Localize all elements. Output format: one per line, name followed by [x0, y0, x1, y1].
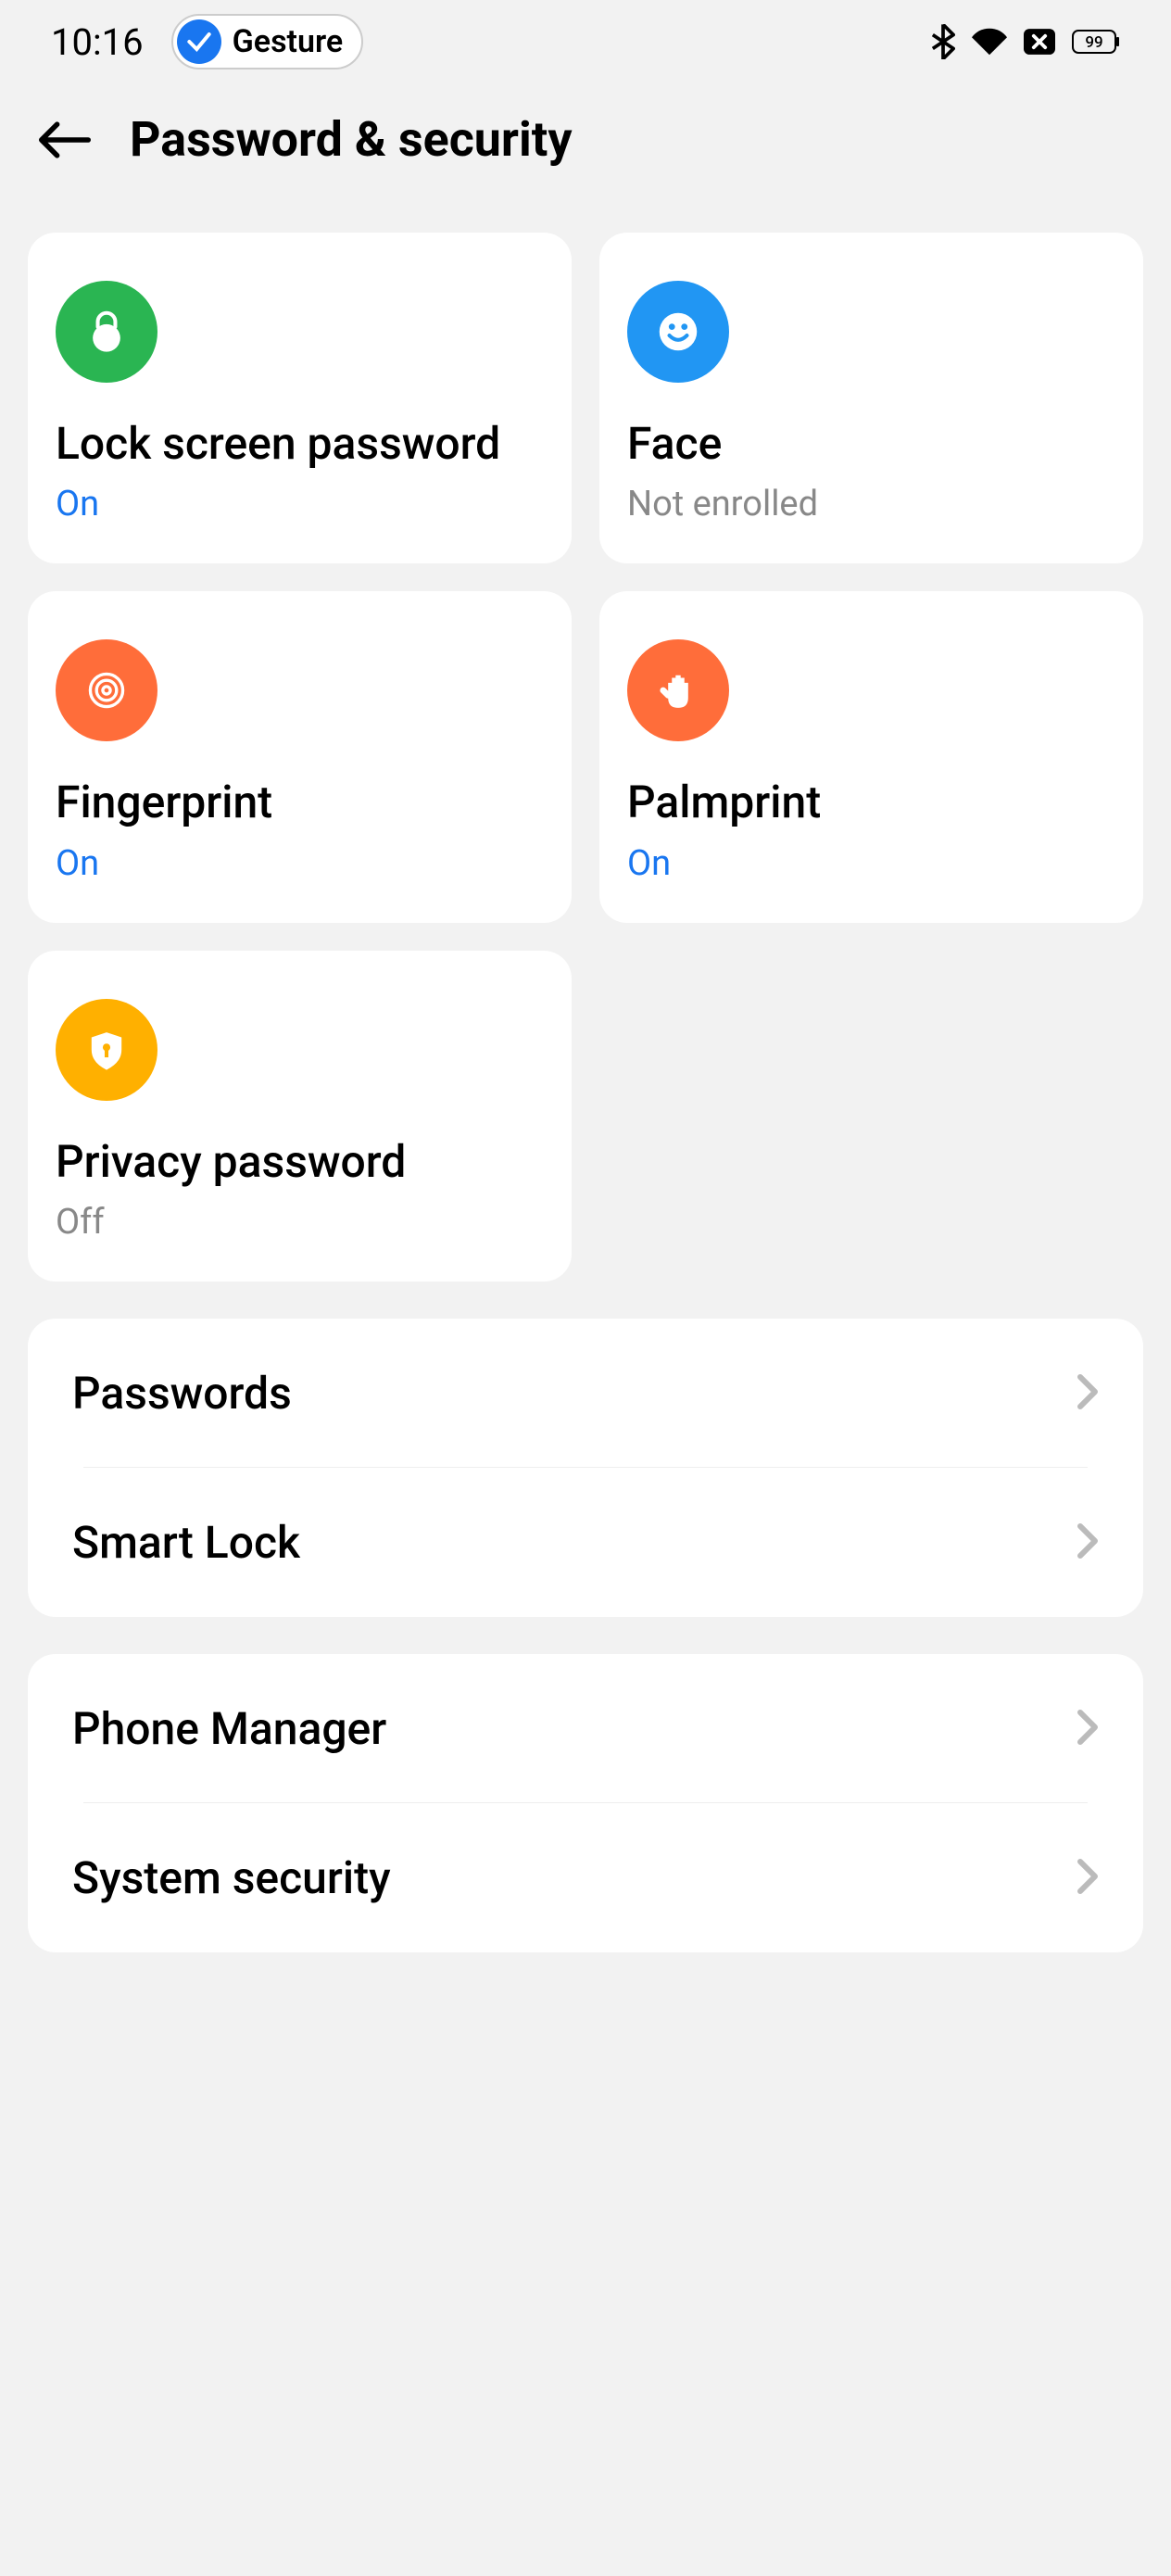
card-status: Off [56, 1202, 544, 1243]
card-status: On [56, 843, 544, 884]
wifi-icon [972, 28, 1007, 56]
fingerprint-card[interactable]: Fingerprint On [28, 591, 572, 922]
card-title: Face [627, 415, 1115, 473]
card-title: Lock screen password [56, 415, 544, 473]
face-card[interactable]: Face Not enrolled [599, 233, 1143, 563]
data-off-icon [1024, 28, 1055, 56]
gesture-label: Gesture [233, 23, 344, 60]
card-title: Privacy password [56, 1133, 544, 1191]
list-item-title: Passwords [72, 1367, 292, 1420]
lock-icon [56, 281, 157, 383]
face-icon [627, 281, 729, 383]
card-title: Fingerprint [56, 774, 544, 831]
system-security-item[interactable]: System security [28, 1803, 1143, 1952]
status-left: 10:16 Gesture [51, 14, 363, 69]
list-section-2: Phone Manager System security [28, 1654, 1143, 1952]
shield-icon [56, 999, 157, 1101]
status-bar: 10:16 Gesture [0, 0, 1171, 83]
card-status: On [56, 484, 544, 524]
list-section-1: Passwords Smart Lock [28, 1319, 1143, 1617]
lock-screen-password-card[interactable]: Lock screen password On [28, 233, 572, 563]
svg-text:99: 99 [1085, 33, 1102, 52]
chevron-right-icon [1077, 1373, 1099, 1414]
battery-icon: 99 [1072, 30, 1120, 54]
page-title: Password & security [130, 111, 573, 168]
security-cards-grid: Lock screen password On Face Not enrolle… [0, 196, 1171, 1282]
bluetooth-icon [931, 24, 955, 59]
list-item-title: Smart Lock [72, 1516, 300, 1569]
page-header: Password & security [0, 83, 1171, 196]
card-title: Palmprint [627, 774, 1115, 831]
status-right: 99 [931, 24, 1120, 59]
list-item-title: Phone Manager [72, 1702, 386, 1755]
fingerprint-icon [56, 639, 157, 741]
chevron-right-icon [1077, 1709, 1099, 1749]
phone-manager-item[interactable]: Phone Manager [28, 1654, 1143, 1803]
gesture-indicator[interactable]: Gesture [171, 14, 364, 69]
gesture-icon [177, 19, 221, 64]
privacy-password-card[interactable]: Privacy password Off [28, 951, 572, 1282]
smart-lock-item[interactable]: Smart Lock [28, 1468, 1143, 1617]
clock-time: 10:16 [51, 20, 144, 64]
chevron-right-icon [1077, 1522, 1099, 1563]
card-status: Not enrolled [627, 484, 1115, 524]
palm-icon [627, 639, 729, 741]
back-button[interactable] [37, 112, 93, 168]
list-item-title: System security [72, 1851, 391, 1904]
passwords-item[interactable]: Passwords [28, 1319, 1143, 1468]
chevron-right-icon [1077, 1858, 1099, 1899]
card-status: On [627, 843, 1115, 884]
palmprint-card[interactable]: Palmprint On [599, 591, 1143, 922]
